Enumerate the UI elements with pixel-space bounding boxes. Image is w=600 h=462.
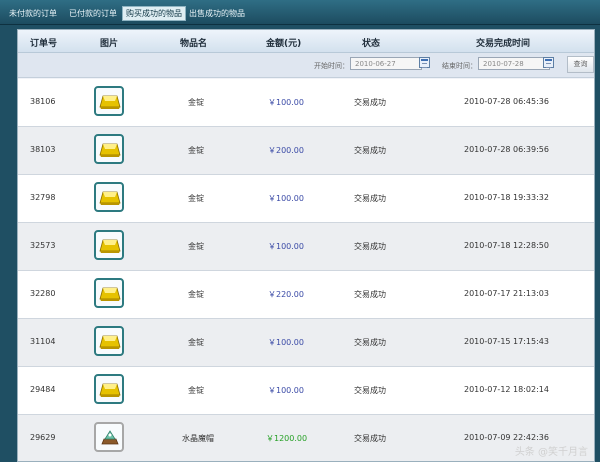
order-id: 38103 [30,145,56,154]
gold-ingot-icon [94,326,124,356]
table-row: 29629 水晶魔帽 ￥1200.00 交易成功 2010-07-09 22:4… [18,415,594,461]
completion-time: 2010-07-18 19:33:32 [464,193,549,202]
header-completion-time: 交易完成时间 [476,39,531,49]
tab-paid-orders[interactable]: 已付款的订单 [66,7,120,20]
header-amount: 金额(元) [266,39,302,49]
table-row: 32573 金锭 ￥100.00 交易成功 2010-07-18 12:28:5… [18,223,594,271]
watermark: 头条 @笑千月言 [514,447,588,458]
status: 交易成功 [354,338,386,347]
amount: ￥1200.00 [266,434,308,443]
end-date-input[interactable]: 2010-07-28 [478,57,550,70]
completion-time: 2010-07-09 22:42:36 [464,433,549,442]
order-id: 32280 [30,289,56,298]
order-id: 31104 [30,337,56,346]
order-id: 38106 [30,97,56,106]
order-id: 32573 [30,241,56,250]
item-name: 金锭 [188,242,204,251]
order-id: 29484 [30,385,56,394]
orders-panel: 订单号 图片 物品名 金额(元) 状态 交易完成时间 开始时间： 2010-06… [17,29,595,462]
status: 交易成功 [354,98,386,107]
table-row: 29484 金锭 ￥100.00 交易成功 2010-07-12 18:02:1… [18,367,594,415]
tab-bar: 未付款的订单 已付款的订单 购买成功的物品 出售成功的物品 [0,0,600,25]
completion-time: 2010-07-18 12:28:50 [464,241,549,250]
item-name: 金锭 [188,386,204,395]
start-time-label: 开始时间： [314,62,349,70]
start-calendar-icon[interactable] [419,57,430,68]
table-row: 32798 金锭 ￥100.00 交易成功 2010-07-18 19:33:3… [18,175,594,223]
completion-time: 2010-07-28 06:45:36 [464,97,549,106]
completion-time: 2010-07-12 18:02:14 [464,385,549,394]
table-row: 32280 金锭 ￥220.00 交易成功 2010-07-17 21:13:0… [18,271,594,319]
gold-ingot-icon [94,182,124,212]
crystal-hat-icon [94,422,124,452]
header-image: 图片 [100,39,119,49]
end-calendar-icon[interactable] [543,57,554,68]
order-id: 32798 [30,193,56,202]
table-row: 38106 金锭 ￥100.00 交易成功 2010-07-28 06:45:3… [18,79,594,127]
item-name: 金锭 [188,98,204,107]
item-name: 金锭 [188,290,204,299]
status: 交易成功 [354,434,386,443]
header-status: 状态 [362,39,381,49]
end-time-label: 结束时间： [442,62,477,70]
completion-time: 2010-07-15 17:15:43 [464,337,549,346]
amount: ￥200.00 [268,146,304,155]
amount: ￥220.00 [268,290,304,299]
tab-sold-items[interactable]: 出售成功的物品 [186,7,248,20]
gold-ingot-icon [94,86,124,116]
table-row: 31104 金锭 ￥100.00 交易成功 2010-07-15 17:15:4… [18,319,594,367]
start-date-input[interactable]: 2010-06-27 [350,57,422,70]
item-name: 金锭 [188,194,204,203]
header-order-id: 订单号 [30,39,58,49]
status: 交易成功 [354,242,386,251]
status: 交易成功 [354,386,386,395]
date-filter-bar: 开始时间： 2010-06-27 结束时间： 2010-07-28 查询 [18,53,594,78]
search-button[interactable]: 查询 [567,56,594,73]
tab-purchased-items[interactable]: 购买成功的物品 [122,6,186,21]
item-name: 水晶魔帽 [182,434,214,443]
tab-unpaid-orders[interactable]: 未付款的订单 [6,7,60,20]
amount: ￥100.00 [268,338,304,347]
gold-ingot-icon [94,374,124,404]
amount: ￥100.00 [268,98,304,107]
status: 交易成功 [354,290,386,299]
order-id: 29629 [30,433,56,442]
gold-ingot-icon [94,230,124,260]
header-item-name: 物品名 [180,39,208,49]
table-header: 订单号 图片 物品名 金额(元) 状态 交易完成时间 [18,30,594,53]
gold-ingot-icon [94,134,124,164]
amount: ￥100.00 [268,242,304,251]
item-name: 金锭 [188,146,204,155]
completion-time: 2010-07-17 21:13:03 [464,289,549,298]
item-name: 金锭 [188,338,204,347]
completion-time: 2010-07-28 06:39:56 [464,145,549,154]
status: 交易成功 [354,146,386,155]
gold-ingot-icon [94,278,124,308]
table-row: 38103 金锭 ￥200.00 交易成功 2010-07-28 06:39:5… [18,127,594,175]
amount: ￥100.00 [268,194,304,203]
amount: ￥100.00 [268,386,304,395]
status: 交易成功 [354,194,386,203]
